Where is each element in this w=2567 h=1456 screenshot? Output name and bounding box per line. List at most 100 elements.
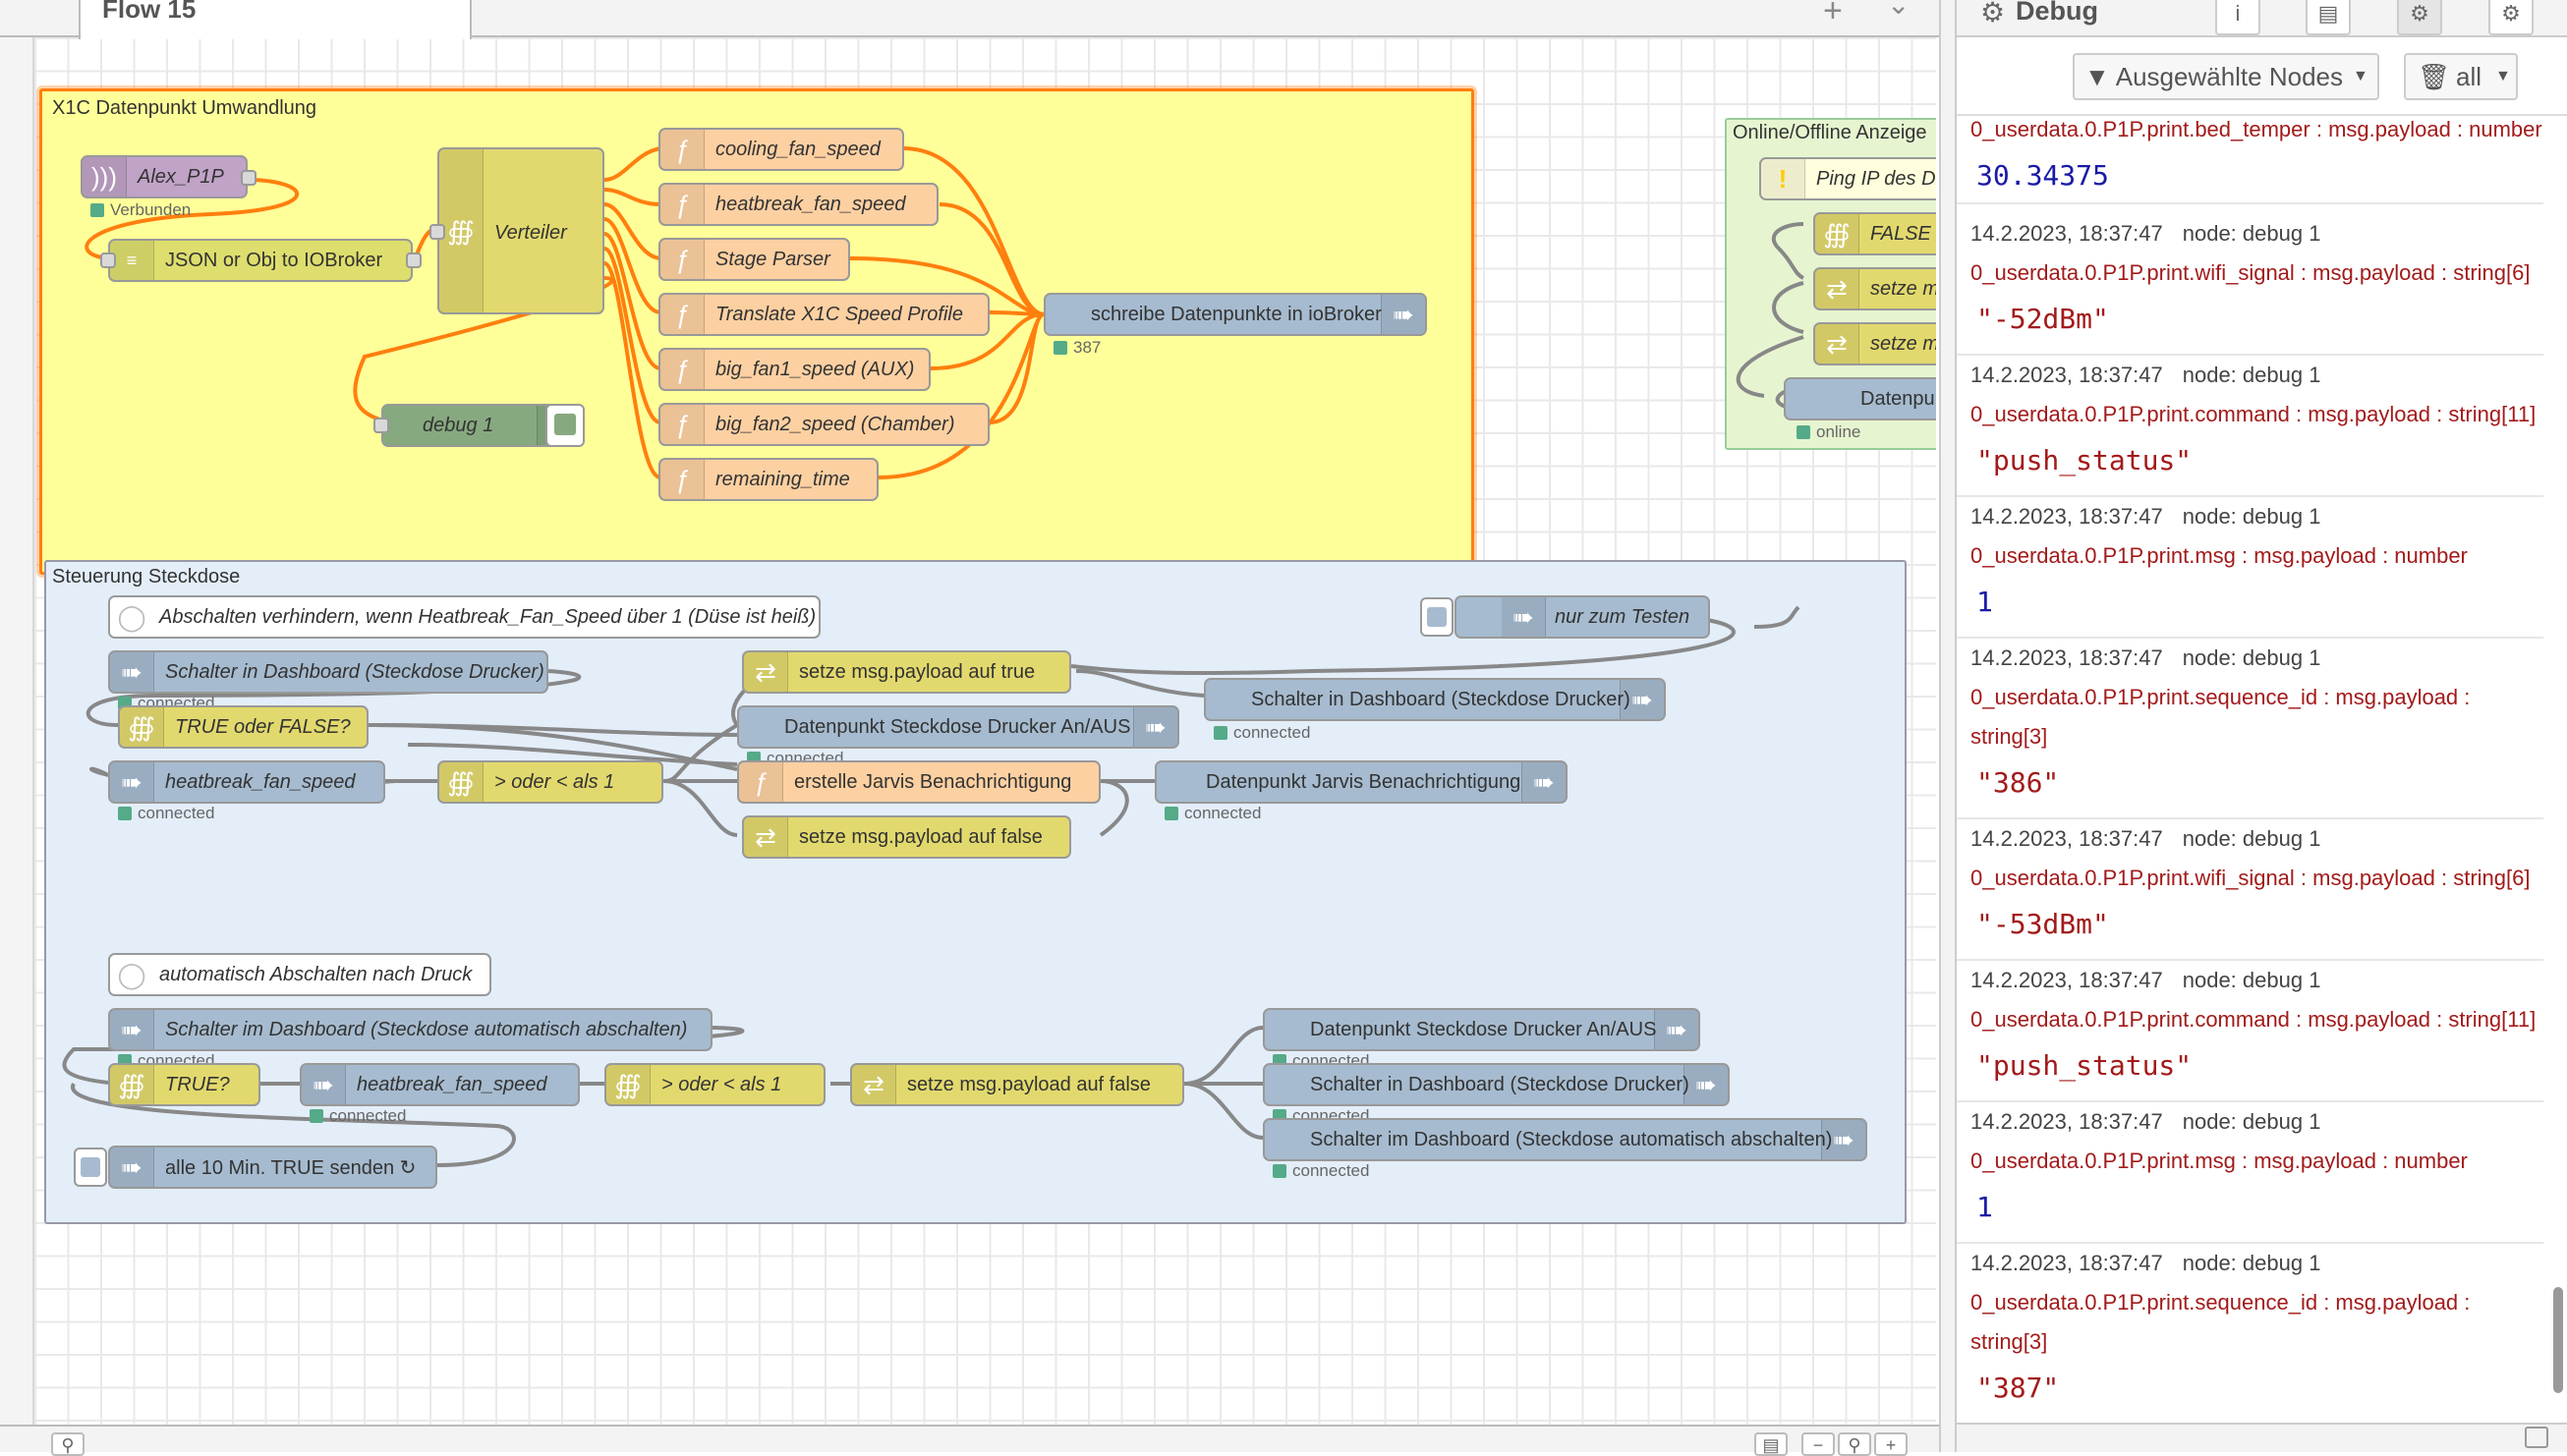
function-node-heatbreak-fan-speed[interactable]: ƒ heatbreak_fan_speed <box>658 183 939 226</box>
verteiler-input-port[interactable] <box>429 224 445 240</box>
expand-icon[interactable] <box>2525 1427 2548 1448</box>
debug-toggle-button[interactable] <box>545 404 585 447</box>
function-node-translate-x1c[interactable]: ƒ Translate X1C Speed Profile <box>658 293 990 336</box>
function-node-remaining-time[interactable]: ƒ remaining_time <box>658 458 879 501</box>
flow-canvas[interactable]: X1C Datenpunkt Umwandlung Online/Offline… <box>34 37 1936 1425</box>
debug-message[interactable]: 14.2.2023, 18:37:47 node: debug 1 0_userd… <box>1957 639 2543 819</box>
iobroker-in-node-heatbreak-2[interactable]: ➠ heatbreak_fan_speed <box>300 1063 580 1106</box>
iobroker-in-node-auto-abschalten[interactable]: ➠ Schalter im Dashboard (Steckdose autom… <box>108 1008 713 1051</box>
message-value[interactable]: 1 <box>1970 1181 2543 1234</box>
switch-node-verteiler[interactable]: ∰ Verteiler <box>437 147 604 314</box>
iobroker-out-node-schalter-2[interactable]: Schalter in Dashboard (Steckdose Drucker… <box>1263 1063 1730 1106</box>
inject-node-nur-zum-testen[interactable]: ➠ nur zum Testen <box>1455 595 1710 639</box>
message-node: node: debug 1 <box>2182 363 2321 387</box>
message-value[interactable]: 30.34375 <box>1970 149 2543 202</box>
debug-message[interactable]: 14.2.2023, 18:37:47 node: debug 1 0_userd… <box>1957 1244 2543 1423</box>
comment-node-automatisch[interactable]: ◯ automatisch Abschalten nach Druck <box>108 953 491 996</box>
debug-message[interactable]: 14.2.2023, 18:37:47 node: debug 1 0_userd… <box>1957 819 2543 961</box>
iobroker-out-node-jarvis[interactable]: Datenpunkt Jarvis Benachrichtigung ➠ <box>1155 760 1568 804</box>
iobroker-out-node-auto-abschalten[interactable]: Schalter im Dashboard (Steckdose automat… <box>1263 1118 1867 1161</box>
switch-node-groesser[interactable]: ∰ > oder < als 1 <box>437 760 663 804</box>
ping-node[interactable]: ! Ping IP des Dr <box>1759 157 1936 200</box>
sidebar-footer <box>1957 1423 2567 1452</box>
switch-node-false[interactable]: ∰ FALSE o <box>1813 212 1936 255</box>
comment-node-abschalten[interactable]: ◯ Abschalten verhindern, wenn Heatbreak_… <box>108 595 821 639</box>
function-node-big-fan1[interactable]: ƒ big_fan1_speed (AUX) <box>658 348 931 391</box>
debug-scrollbar[interactable] <box>2553 1287 2563 1393</box>
function-icon: ƒ <box>660 240 705 279</box>
mqtt-in-node-alex[interactable]: ))) Alex_P1P <box>81 155 248 198</box>
function-node-big-fan2[interactable]: ƒ big_fan2_speed (Chamber) <box>658 403 990 446</box>
shuffle-icon: ⇄ <box>1815 324 1859 364</box>
dpw-status: online <box>1797 422 1860 442</box>
alex-output-port[interactable] <box>241 170 257 186</box>
flow-list-button[interactable]: ⌄ <box>1887 0 1910 21</box>
message-topic: 0_userdata.0.P1P.print.wifi_signal : msg… <box>1970 260 2531 285</box>
debug-tab[interactable]: ⚙ <box>2397 0 2442 35</box>
arrow-right-icon: ➠ <box>1133 707 1177 747</box>
heatbreak-in2-status: connected <box>310 1106 406 1126</box>
switch-icon: ∰ <box>1815 214 1859 253</box>
inject-10-button[interactable] <box>74 1148 107 1187</box>
debug-message[interactable]: 0_userdata.0.P1P.print.bed_temper : msg.… <box>1957 116 2543 204</box>
switch-icon: ∰ <box>606 1065 651 1104</box>
debug-message[interactable]: 14.2.2023, 18:37:47 node: debug 1 0_userd… <box>1957 356 2543 497</box>
json-output-port[interactable] <box>406 252 422 268</box>
help-tab[interactable]: ▤ <box>2306 0 2351 35</box>
map-button[interactable]: ▤ <box>1754 1432 1788 1456</box>
zoom-in-button[interactable]: + <box>1874 1432 1908 1456</box>
debug-message[interactable]: 14.2.2023, 18:37:47 node: debug 1 0_userd… <box>1957 497 2543 639</box>
debug-toolbar: ▼ Ausgewählte Nodes ▼ 🗑 all ▼ <box>1957 39 2567 116</box>
message-value[interactable]: "386" <box>1970 756 2543 810</box>
message-node: node: debug 1 <box>2182 221 2321 246</box>
sidebar-separator[interactable] <box>1939 0 1957 1452</box>
switch-node-groesser-2[interactable]: ∰ > oder < als 1 <box>604 1063 826 1106</box>
message-value[interactable]: 1 <box>1970 576 2543 629</box>
filter-nodes-button[interactable]: ▼ Ausgewählte Nodes ▼ <box>2073 53 2379 100</box>
clear-messages-button[interactable]: 🗑 all ▼ <box>2404 53 2518 100</box>
debug1-input-port[interactable] <box>373 418 389 433</box>
shuffle-icon: ⇄ <box>1815 269 1859 308</box>
iobroker-out-node-schreibe[interactable]: schreibe Datenpunkte in ioBroker ➠ <box>1044 293 1427 336</box>
json-node[interactable]: ≡ JSON or Obj to IOBroker <box>108 239 413 282</box>
zoom-reset-button[interactable]: ⚲ <box>1838 1432 1871 1456</box>
switch-icon: ∰ <box>439 762 484 802</box>
iobroker-in-node-heatbreak[interactable]: ➠ heatbreak_fan_speed <box>108 760 385 804</box>
config-tab[interactable]: ⚙ <box>2488 0 2534 35</box>
switch-node-true[interactable]: ∰ TRUE? <box>108 1063 260 1106</box>
function-node-cooling-fan-speed[interactable]: ƒ cooling_fan_speed <box>658 128 904 171</box>
message-value[interactable]: "-52dBm" <box>1970 293 2543 346</box>
add-flow-button[interactable]: + <box>1823 0 1843 30</box>
iobroker-out-node-schalter[interactable]: Schalter in Dashboard (Steckdose Drucker… <box>1204 678 1666 721</box>
change-node-setze-false-2[interactable]: ⇄ setze msg.payload auf false <box>850 1063 1184 1106</box>
arrow-right-icon: ➠ <box>110 652 154 692</box>
message-topic: 0_userdata.0.P1P.print.sequence_id : msg… <box>1970 1290 2471 1354</box>
message-value[interactable]: "push_status" <box>1970 1039 2543 1092</box>
iobroker-in-node-schalter[interactable]: ➠ Schalter in Dashboard (Steckdose Druck… <box>108 650 548 694</box>
function-node-jarvis[interactable]: ƒ erstelle Jarvis Benachrichtigung <box>737 760 1101 804</box>
search-button[interactable]: ⚲ <box>51 1432 85 1456</box>
zoom-out-button[interactable]: − <box>1801 1432 1835 1456</box>
debug-message[interactable]: 14.2.2023, 18:37:47 node: debug 1 0_userd… <box>1957 214 2543 356</box>
debug-message[interactable]: 14.2.2023, 18:37:47 node: debug 1 0_userd… <box>1957 1102 2543 1244</box>
message-value[interactable]: "-53dBm" <box>1970 898 2543 951</box>
iobroker-out-node-datenpunkt-w[interactable]: Datenpunkt W <box>1784 377 1936 420</box>
debug-message[interactable]: 14.2.2023, 18:37:47 node: debug 1 0_userd… <box>1957 961 2543 1102</box>
json-input-port[interactable] <box>100 252 116 268</box>
message-value[interactable]: "push_status" <box>1970 434 2543 487</box>
function-icon: ƒ <box>660 405 705 444</box>
function-node-stage-parser[interactable]: ƒ Stage Parser <box>658 238 850 281</box>
info-tab[interactable]: i <box>2215 0 2260 35</box>
change-node-setze-false[interactable]: ⇄ setze msg.payload auf false <box>742 815 1071 859</box>
change-node-setze-2[interactable]: ⇄ setze m <box>1813 322 1936 365</box>
change-node-setze-1[interactable]: ⇄ setze m <box>1813 267 1936 310</box>
change-node-setze-true[interactable]: ⇄ setze msg.payload auf true <box>742 650 1071 694</box>
iobroker-out-node-dp-steckdose-2[interactable]: Datenpunkt Steckdose Drucker An/AUS ➠ <box>1263 1008 1700 1051</box>
debug-message-list[interactable]: 0_userdata.0.P1P.print.bed_temper : msg.… <box>1957 116 2551 1423</box>
inject-node-alle-10-min[interactable]: ➠ alle 10 Min. TRUE senden ↻ <box>108 1146 437 1189</box>
switch-node-true-oder-false[interactable]: ∰ TRUE oder FALSE? <box>118 705 369 749</box>
message-value[interactable]: "387" <box>1970 1362 2543 1415</box>
iobroker-out-node-dp-steckdose[interactable]: Datenpunkt Steckdose Drucker An/AUS ➠ <box>737 705 1179 749</box>
caret-down-icon: ▼ <box>2353 68 2368 84</box>
inject-test-button[interactable] <box>1420 597 1454 637</box>
